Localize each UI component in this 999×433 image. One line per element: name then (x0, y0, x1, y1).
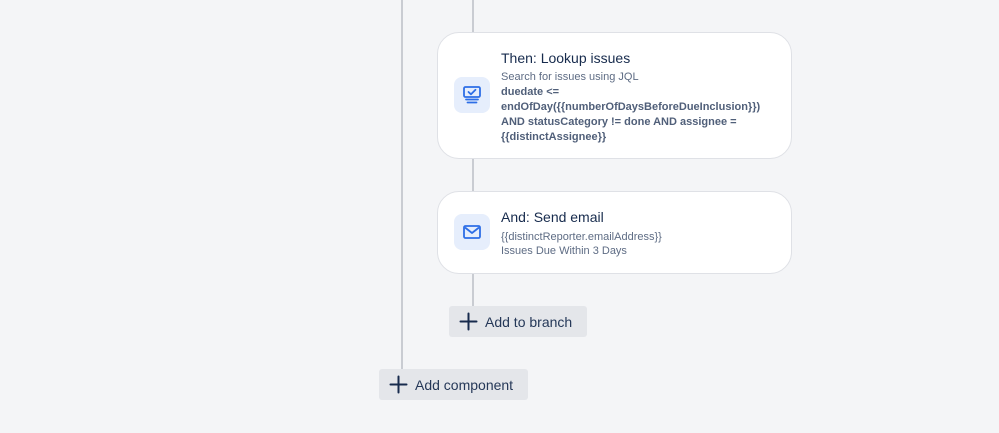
outer-connector-line (401, 0, 403, 370)
plus-icon (459, 312, 478, 331)
monitor-check-icon (454, 77, 490, 113)
plus-icon (389, 375, 408, 394)
lookup-issues-jql: duedate <= endOfDay({{numberOfDaysBefore… (501, 85, 771, 145)
jql-line: {{distinctAssignee}} (501, 131, 607, 143)
send-email-subject: Issues Due Within 3 Days (501, 245, 627, 257)
jql-line: endOfDay({{numberOfDaysBeforeDueInclusio… (501, 101, 761, 113)
lookup-issues-subtitle: Search for issues using JQL (501, 71, 639, 83)
send-email-recipient: {{distinctReporter.emailAddress}} (501, 231, 662, 243)
send-email-card[interactable]: And: Send email {{distinctReporter.email… (437, 191, 792, 274)
jql-line: AND statusCategory != done AND assignee … (501, 116, 737, 128)
add-to-branch-button[interactable]: Add to branch (449, 306, 587, 337)
add-component-label: Add component (415, 376, 514, 393)
envelope-icon (454, 214, 490, 250)
jql-line: duedate <= (501, 86, 560, 98)
lookup-issues-card[interactable]: Then: Lookup issues Search for issues us… (437, 32, 792, 159)
send-email-title: And: Send email (501, 209, 604, 225)
branch-connector-line-top (472, 0, 474, 33)
add-component-button[interactable]: Add component (379, 369, 528, 400)
branch-connector-line-bottom (472, 273, 474, 307)
add-to-branch-label: Add to branch (485, 313, 573, 330)
branch-connector-line-middle (472, 158, 474, 192)
lookup-issues-title: Then: Lookup issues (501, 50, 631, 66)
